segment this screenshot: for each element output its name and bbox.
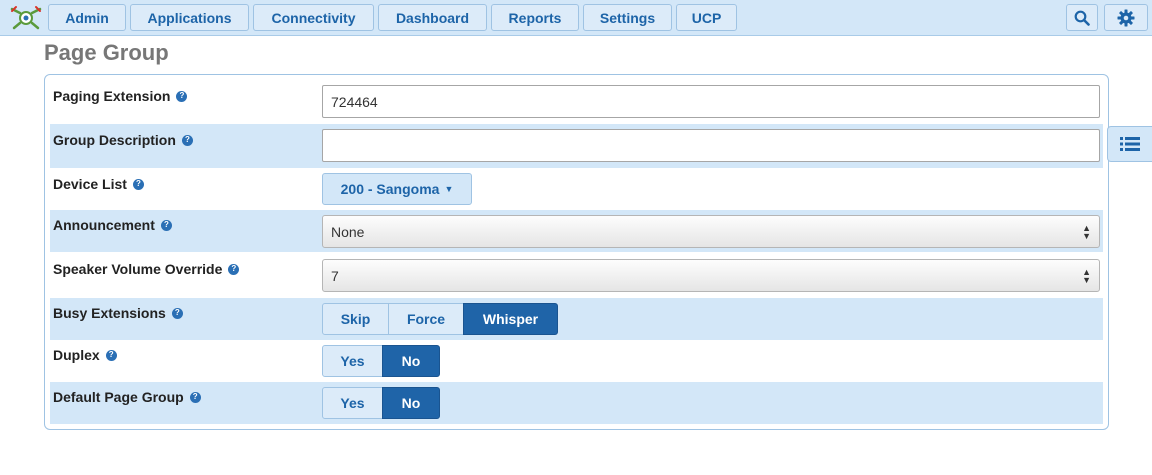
speaker-volume-label-wrap: Speaker Volume Override ? [53, 261, 240, 277]
default-page-group-no-option[interactable]: No [382, 387, 440, 419]
nav-dashboard[interactable]: Dashboard [378, 4, 487, 31]
top-navbar: Admin Applications Connectivity Dashboar… [0, 0, 1152, 36]
nav-admin[interactable]: Admin [48, 4, 126, 31]
busy-extensions-label-wrap: Busy Extensions ? [53, 305, 183, 321]
page-title: Page Group [44, 40, 169, 65]
freepbx-logo-icon[interactable] [8, 5, 44, 31]
paging-extension-label-wrap: Paging Extension ? [53, 88, 188, 104]
list-icon [1120, 137, 1140, 151]
busy-extensions-label: Busy Extensions [53, 305, 166, 321]
announcement-label: Announcement [53, 217, 155, 233]
search-icon [1074, 10, 1090, 26]
paging-extension-input[interactable] [322, 85, 1100, 118]
duplex-yes-option[interactable]: Yes [322, 345, 383, 377]
default-page-group-yes-option[interactable]: Yes [322, 387, 383, 419]
announcement-select[interactable]: None ▲ ▼ [322, 215, 1100, 248]
help-icon[interactable]: ? [171, 307, 183, 319]
busy-force-option[interactable]: Force [388, 303, 464, 335]
select-arrows-icon: ▲ ▼ [1082, 266, 1091, 285]
settings-button[interactable] [1104, 4, 1148, 31]
nav-applications[interactable]: Applications [130, 4, 249, 31]
help-icon[interactable]: ? [228, 263, 240, 275]
duplex-label-wrap: Duplex ? [53, 347, 117, 363]
device-list-dropdown[interactable]: 200 - Sangoma ▼ [322, 173, 472, 205]
speaker-volume-select[interactable]: 7 ▲ ▼ [322, 259, 1100, 292]
row-duplex: Duplex ? [50, 340, 1103, 382]
help-icon[interactable]: ? [132, 178, 144, 190]
nav-ucp[interactable]: UCP [676, 4, 737, 31]
nav-reports[interactable]: Reports [491, 4, 579, 31]
speaker-volume-label: Speaker Volume Override [53, 261, 223, 277]
default-page-group-label-wrap: Default Page Group ? [53, 389, 201, 405]
help-icon[interactable]: ? [189, 391, 201, 403]
help-icon[interactable]: ? [181, 134, 193, 146]
help-icon[interactable]: ? [160, 219, 172, 231]
nav-connectivity[interactable]: Connectivity [253, 4, 374, 31]
default-page-group-label: Default Page Group [53, 389, 184, 405]
paging-extension-label: Paging Extension [53, 88, 171, 104]
caret-down-icon: ▼ [444, 184, 454, 194]
default-page-group-toggle-group: Yes No [322, 387, 440, 419]
group-description-label: Group Description [53, 132, 176, 148]
group-description-input[interactable] [322, 129, 1100, 162]
busy-extensions-toggle-group: Skip Force Whisper [322, 303, 558, 335]
device-list-label-wrap: Device List ? [53, 176, 144, 192]
announcement-value: None [331, 223, 365, 240]
device-list-value: 200 - Sangoma [340, 181, 440, 197]
gear-icon [1117, 9, 1135, 26]
nav-settings[interactable]: Settings [583, 4, 672, 31]
row-default-page-group: Default Page Group ? [50, 382, 1103, 424]
select-arrows-icon: ▲ ▼ [1082, 222, 1091, 241]
group-description-label-wrap: Group Description ? [53, 132, 193, 148]
row-busy-extensions: Busy Extensions ? [50, 298, 1103, 340]
duplex-no-option[interactable]: No [382, 345, 440, 377]
search-button[interactable] [1066, 4, 1098, 31]
busy-skip-option[interactable]: Skip [322, 303, 389, 335]
duplex-toggle-group: Yes No [322, 345, 440, 377]
device-list-label: Device List [53, 176, 127, 192]
side-list-tab[interactable] [1107, 126, 1152, 162]
duplex-label: Duplex [53, 347, 100, 363]
help-icon[interactable]: ? [105, 349, 117, 361]
help-icon[interactable]: ? [176, 90, 188, 102]
busy-whisper-option[interactable]: Whisper [463, 303, 558, 335]
row-device-list: Device List ? [50, 170, 1103, 210]
speaker-volume-value: 7 [331, 267, 339, 284]
announcement-label-wrap: Announcement ? [53, 217, 172, 233]
